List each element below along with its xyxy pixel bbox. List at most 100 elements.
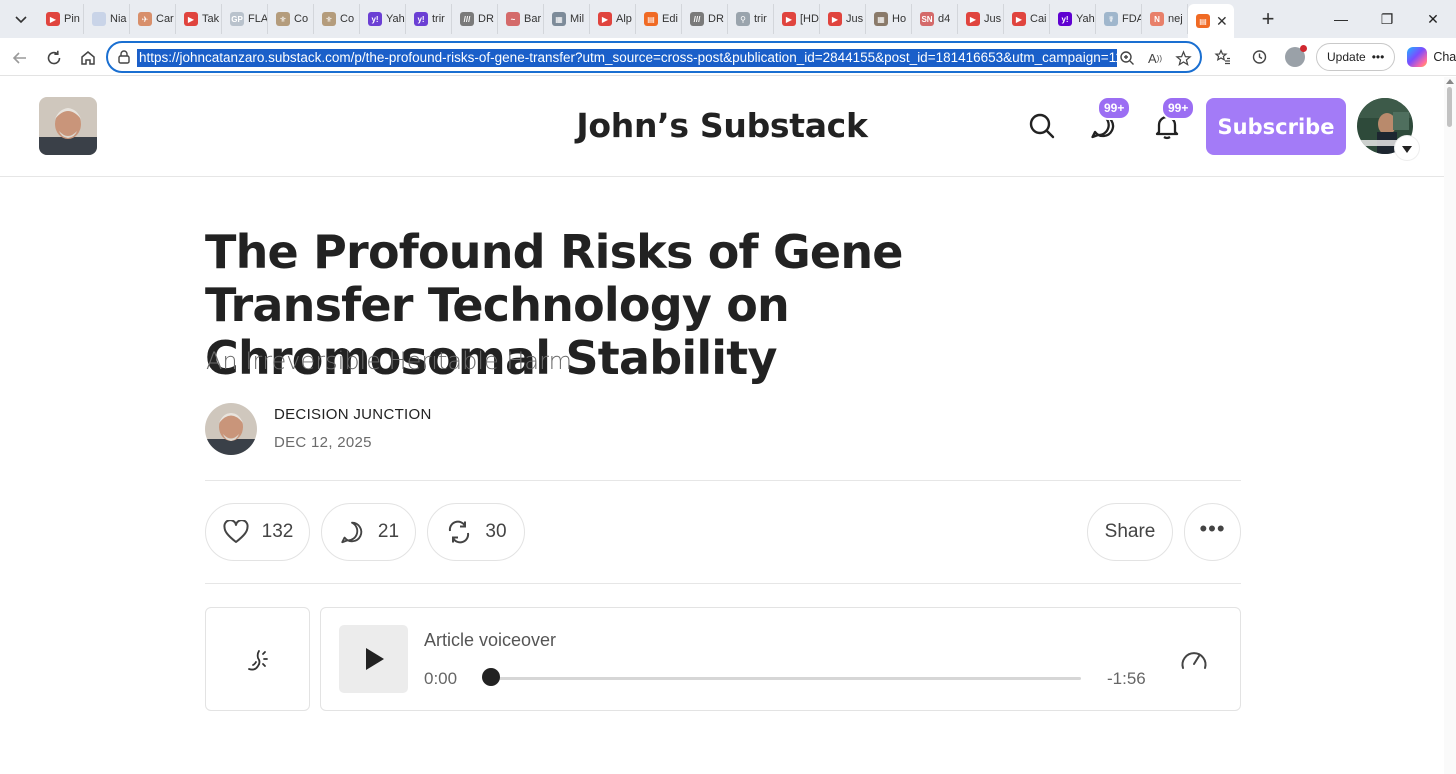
browser-tab[interactable]: ▶ Alp xyxy=(590,4,636,34)
tab-favicon-icon: GP xyxy=(230,12,244,26)
close-tab-icon[interactable]: ✕ xyxy=(1216,13,1228,30)
tab-favicon-icon: ▶ xyxy=(782,12,796,26)
browser-tab[interactable]: ▶ Jus xyxy=(958,4,1004,34)
restack-button[interactable]: 30 xyxy=(427,503,525,561)
site-info-icon[interactable] xyxy=(116,49,132,65)
tab-active[interactable]: ▤ ✕ xyxy=(1188,4,1234,38)
profile-button[interactable] xyxy=(1280,42,1310,72)
play-icon xyxy=(365,648,384,670)
update-button[interactable]: Update ••• xyxy=(1316,43,1396,71)
tab-favicon-icon: y! xyxy=(368,12,382,26)
browser-tab[interactable]: y! trir xyxy=(406,4,452,34)
tab-favicon-icon: ▶ xyxy=(828,12,842,26)
browser-tab[interactable]: SN d4 xyxy=(912,4,958,34)
comment-count: 21 xyxy=(377,521,400,542)
account-menu-caret-icon[interactable] xyxy=(1395,136,1419,160)
tab-favicon-icon: ▶ xyxy=(966,12,980,26)
tab-strip: ▶ Pin Nia ✈ Car ▶ Tak GP FLA ⚜ Co ⚜ Co y! Yah y! trir ///… xyxy=(38,0,1188,38)
voiceover-current-time: 0:00 xyxy=(424,669,458,688)
page-scrollbar[interactable] xyxy=(1444,77,1456,774)
tab-label: Mil xyxy=(570,13,585,25)
voiceover-progress-knob[interactable] xyxy=(482,668,500,686)
profile-avatar-icon xyxy=(1285,45,1307,67)
tab-favicon-icon: SN xyxy=(920,12,934,26)
browser-tab[interactable]: ▦ Ho xyxy=(866,4,912,34)
tab-favicon-icon: ▶ xyxy=(598,12,612,26)
subscribe-button[interactable]: Subscribe xyxy=(1206,98,1346,155)
window-controls: — ❐ ✕ xyxy=(1318,0,1456,38)
share-label: Share xyxy=(1104,521,1156,542)
zoom-icon[interactable] xyxy=(1116,47,1138,69)
play-button[interactable] xyxy=(339,625,408,693)
browser-tab[interactable]: /// DR xyxy=(452,4,498,34)
restack-icon xyxy=(445,518,473,546)
browser-tab[interactable]: GP FLA xyxy=(222,4,268,34)
like-button[interactable]: 132 xyxy=(205,503,310,561)
substack-page: John’s Substack 99+ 99+ Subscribe The Pr… xyxy=(0,77,1444,774)
substack-favicon-icon: ▤ xyxy=(1196,14,1210,28)
browser-tab[interactable]: ▶ Pin xyxy=(38,4,84,34)
browser-tab[interactable]: ⚜ Co xyxy=(314,4,360,34)
browser-tab[interactable]: ⚜ Co xyxy=(268,4,314,34)
messages-button[interactable]: 99+ xyxy=(1087,96,1132,142)
author-avatar-photo xyxy=(205,403,257,455)
browser-tab[interactable]: ⚲ trir xyxy=(728,4,774,34)
scrollbar-thumb[interactable] xyxy=(1447,87,1452,127)
tab-label: FDA xyxy=(1122,13,1142,25)
search-button[interactable] xyxy=(1026,110,1058,142)
browser-tab[interactable]: ☤ FDA xyxy=(1096,4,1142,34)
browser-tab[interactable]: ▶ Jus xyxy=(820,4,866,34)
home-button[interactable] xyxy=(74,44,102,72)
voiceover-speaker-button[interactable] xyxy=(205,607,310,711)
tab-label: Cai xyxy=(1030,13,1047,25)
favorite-star-icon[interactable] xyxy=(1172,47,1194,69)
minimize-button[interactable]: — xyxy=(1318,0,1364,38)
browser-tab[interactable]: ▶ Cai xyxy=(1004,4,1050,34)
browser-tab[interactable]: ✈ Car xyxy=(130,4,176,34)
browser-tab[interactable]: y! Yah xyxy=(360,4,406,34)
playback-speed-button[interactable] xyxy=(1179,646,1209,676)
back-button[interactable] xyxy=(6,44,34,72)
close-window-button[interactable]: ✕ xyxy=(1410,0,1456,38)
browser-tab[interactable]: ▦ Mil xyxy=(544,4,590,34)
copilot-icon xyxy=(1407,47,1428,67)
tab-favicon-icon: ⚜ xyxy=(276,12,290,26)
tab-favicon-icon xyxy=(92,12,106,26)
browser-tab[interactable]: ▤ Edi xyxy=(636,4,682,34)
author-name[interactable]: DECISION JUNCTION xyxy=(274,406,432,423)
browser-tab[interactable]: Nnej xyxy=(1142,4,1188,34)
tab-label: Co xyxy=(294,13,309,25)
new-tab-button[interactable]: + xyxy=(1254,5,1282,33)
favorites-button[interactable] xyxy=(1208,42,1238,72)
notifications-button[interactable]: 99+ xyxy=(1151,96,1196,142)
browser-tab[interactable]: ▶ [HD xyxy=(774,4,820,34)
share-button[interactable]: Share xyxy=(1087,503,1173,561)
update-label: Update xyxy=(1327,50,1366,64)
more-options-button[interactable]: ••• xyxy=(1184,503,1241,561)
browser-tab[interactable]: Nia xyxy=(84,4,130,34)
browser-tab[interactable]: ~ Bar xyxy=(498,4,544,34)
read-aloud-icon[interactable]: A)) xyxy=(1144,47,1166,69)
tab-favicon-icon: /// xyxy=(690,12,704,26)
copilot-chat-button[interactable]: Chat xyxy=(1407,47,1456,67)
scroll-up-arrow-icon[interactable] xyxy=(1446,79,1454,84)
tab-actions-menu-button[interactable] xyxy=(4,4,38,34)
restore-button[interactable]: ❐ xyxy=(1364,0,1410,38)
browser-tab[interactable]: y! Yah xyxy=(1050,4,1096,34)
refresh-button[interactable] xyxy=(40,44,68,72)
tab-label: DR xyxy=(708,13,724,25)
divider xyxy=(205,480,1241,481)
voiceover-progress-track[interactable] xyxy=(485,677,1081,680)
url-text[interactable]: https://johncatanzaro.substack.com/p/the… xyxy=(137,49,1117,67)
address-bar[interactable]: https://johncatanzaro.substack.com/p/the… xyxy=(106,41,1202,73)
arrow-left-icon xyxy=(12,52,26,64)
browser-tab[interactable]: /// DR xyxy=(682,4,728,34)
author-avatar[interactable] xyxy=(205,403,257,455)
history-button[interactable] xyxy=(1244,42,1274,72)
browser-tab[interactable]: ▶ Tak xyxy=(176,4,222,34)
messages-badge: 99+ xyxy=(1097,96,1132,120)
search-icon xyxy=(1029,113,1055,139)
comments-button[interactable]: 21 xyxy=(321,503,416,561)
voiceover-title: Article voiceover xyxy=(424,630,557,650)
tab-label: Alp xyxy=(616,13,632,25)
